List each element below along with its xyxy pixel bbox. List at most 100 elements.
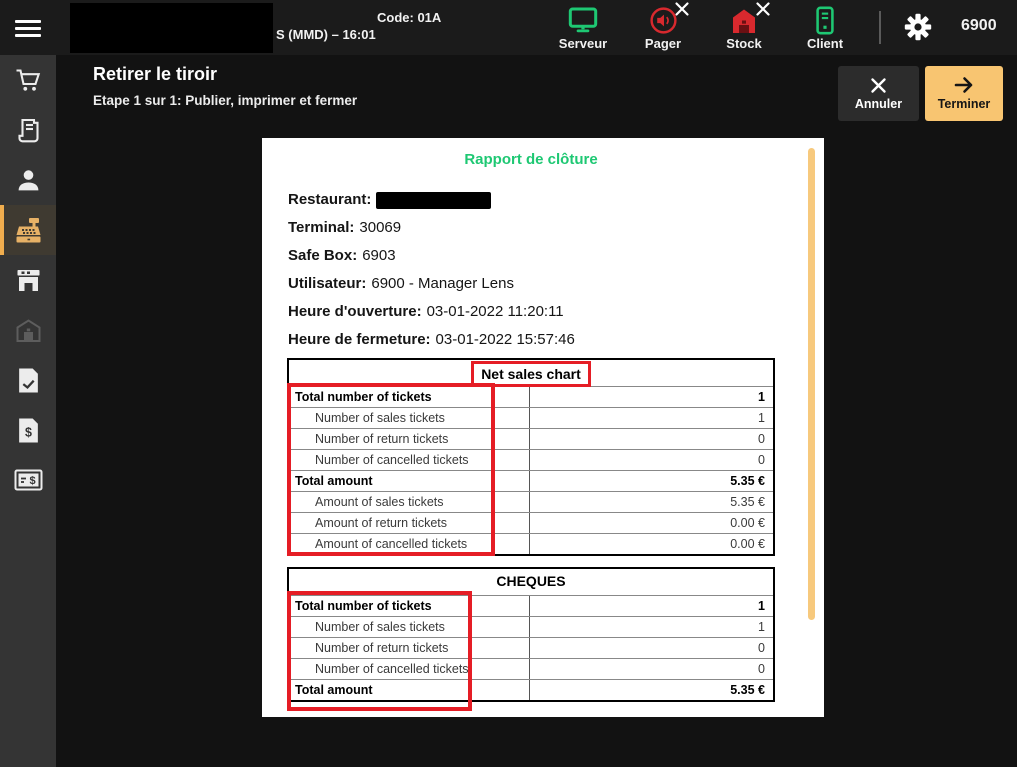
- report-info-line: Restaurant:: [288, 186, 575, 214]
- speaker-icon: [632, 2, 694, 36]
- row-label: Total amount: [289, 680, 530, 700]
- store-icon: [17, 269, 39, 291]
- finish-button[interactable]: Terminer: [925, 66, 1003, 121]
- report-panel: Rapport de clôture Restaurant: Terminal: 3…: [262, 138, 824, 717]
- row-value: 1: [758, 599, 765, 613]
- warehouse-icon: [16, 318, 40, 342]
- row-label: Amount of sales tickets: [289, 492, 530, 512]
- row-value: 0.00 €: [730, 537, 765, 551]
- error-x-icon: [755, 1, 771, 20]
- row-label: Number of cancelled tickets: [289, 659, 530, 679]
- row-label: Number of sales tickets: [289, 408, 530, 428]
- cart-icon: [16, 68, 40, 91]
- document-chart-icon: [18, 368, 38, 392]
- report-info-line: Heure d'ouverture: 03-01-2022 11:20:11: [288, 303, 564, 320]
- user-code: 6900: [961, 17, 997, 34]
- cancel-label: Annuler: [854, 96, 903, 111]
- table-row: Number of cancelled tickets 0: [289, 449, 773, 470]
- row-value: 5.35 €: [730, 683, 765, 697]
- report-table: CHEQUES Total number of tickets 1 Number of…: [287, 567, 775, 702]
- row-label: Total number of tickets: [289, 596, 530, 616]
- app-window: S (MMD) – 16:01 Code: 01A Serveur Pager …: [0, 0, 1017, 767]
- hamburger-menu-icon[interactable]: [15, 20, 41, 37]
- table-row: Amount of sales tickets 5.35 €: [289, 491, 773, 512]
- row-label: Number of return tickets: [289, 429, 530, 449]
- warehouse-icon: [713, 2, 775, 36]
- report-table: Net sales chart Total number of tickets 1 N…: [287, 358, 775, 556]
- report-tables: Net sales chart Total number of tickets 1 N…: [287, 358, 775, 702]
- row-label: Number of cancelled tickets: [289, 450, 530, 470]
- svg-text:$: $: [29, 475, 35, 487]
- row-label: Amount of cancelled tickets: [289, 534, 530, 554]
- sidebar-item-warehouse[interactable]: [0, 305, 56, 355]
- table-row: Number of sales tickets 1: [289, 407, 773, 428]
- table-row: Total amount 5.35 €: [289, 679, 773, 700]
- redacted-area: [70, 3, 273, 53]
- row-label: Amount of return tickets: [289, 513, 530, 533]
- sidebar: $ $: [0, 55, 56, 767]
- page-title: Retirer le tiroir: [93, 64, 218, 84]
- status-serveur[interactable]: Serveur: [552, 5, 614, 51]
- report-info-line: Safe Box: 6903: [288, 247, 396, 264]
- table-row: Number of return tickets 0: [289, 637, 773, 658]
- status-label: Stock: [726, 36, 762, 51]
- report-info-line: Terminal: 30069: [288, 219, 402, 236]
- table-row: Total amount 5.35 €: [289, 470, 773, 491]
- status-client[interactable]: Client: [794, 5, 856, 51]
- scrollbar[interactable]: [808, 148, 815, 620]
- sidebar-item-cart[interactable]: [0, 55, 56, 105]
- table-row: Amount of return tickets 0.00 €: [289, 512, 773, 533]
- document-dollar-icon: $: [18, 418, 38, 442]
- monitor-icon: [552, 5, 614, 36]
- table-row: Total number of tickets 1: [289, 386, 773, 407]
- table-row: Amount of cancelled tickets 0.00 €: [289, 533, 773, 554]
- sidebar-item-sales-doc[interactable]: $: [0, 405, 56, 455]
- report-info: Restaurant: Terminal: 30069 Safe Box: 6903 Ut…: [288, 186, 575, 354]
- table-row: Number of return tickets 0: [289, 428, 773, 449]
- person-icon: [18, 169, 38, 190]
- sidebar-item-tickets[interactable]: [0, 105, 56, 155]
- table-row: Number of cancelled tickets 0: [289, 658, 773, 679]
- gear-icon[interactable]: [904, 13, 932, 41]
- row-value: 0: [758, 453, 765, 467]
- sidebar-item-report[interactable]: [0, 355, 56, 405]
- row-value: 0: [758, 641, 765, 655]
- row-value: 5.35 €: [730, 495, 765, 509]
- row-label: Number of return tickets: [289, 638, 530, 658]
- status-label: Serveur: [558, 36, 608, 51]
- row-value: 1: [758, 620, 765, 634]
- status-pager[interactable]: Pager: [632, 2, 694, 51]
- receipt-icon: [17, 118, 39, 142]
- table-row: Total number of tickets 1: [289, 595, 773, 616]
- status-stock[interactable]: Stock: [713, 2, 775, 51]
- report-info-line: Utilisateur: 6900 - Manager Lens: [288, 275, 514, 292]
- redacted-value: [376, 191, 492, 209]
- table-title: Net sales chart: [289, 360, 773, 387]
- row-label: Total number of tickets: [289, 387, 530, 407]
- error-x-icon: [674, 1, 690, 20]
- report-info-line: Heure de fermeture: 03-01-2022 15:57:46: [288, 331, 575, 348]
- topbar-divider: [879, 11, 881, 44]
- arrow-right-icon: [954, 77, 973, 93]
- sidebar-item-cheque[interactable]: $: [0, 455, 56, 505]
- row-value: 5.35 €: [730, 474, 765, 488]
- session-label: S (MMD) – 16:01: [276, 27, 376, 42]
- tower-icon: [794, 5, 856, 36]
- row-label: Number of sales tickets: [289, 617, 530, 637]
- status-label: Client: [806, 36, 844, 51]
- row-value: 1: [758, 390, 765, 404]
- row-value: 1: [758, 411, 765, 425]
- page-subtitle: Etape 1 sur 1: Publier, imprimer et ferm…: [93, 93, 358, 108]
- sidebar-item-store[interactable]: [0, 255, 56, 305]
- svg-text:$: $: [25, 425, 32, 439]
- cancel-button[interactable]: Annuler: [838, 66, 919, 121]
- cheque-icon: $: [14, 469, 42, 491]
- row-value: 0: [758, 662, 765, 676]
- cash-register-icon: [16, 217, 40, 242]
- finish-label: Terminer: [937, 97, 991, 111]
- table-title: CHEQUES: [496, 573, 566, 589]
- sidebar-item-cash-register[interactable]: [0, 205, 56, 255]
- close-icon: [871, 77, 886, 93]
- sidebar-item-users[interactable]: [0, 155, 56, 205]
- code-label: Code: 01A: [377, 10, 442, 25]
